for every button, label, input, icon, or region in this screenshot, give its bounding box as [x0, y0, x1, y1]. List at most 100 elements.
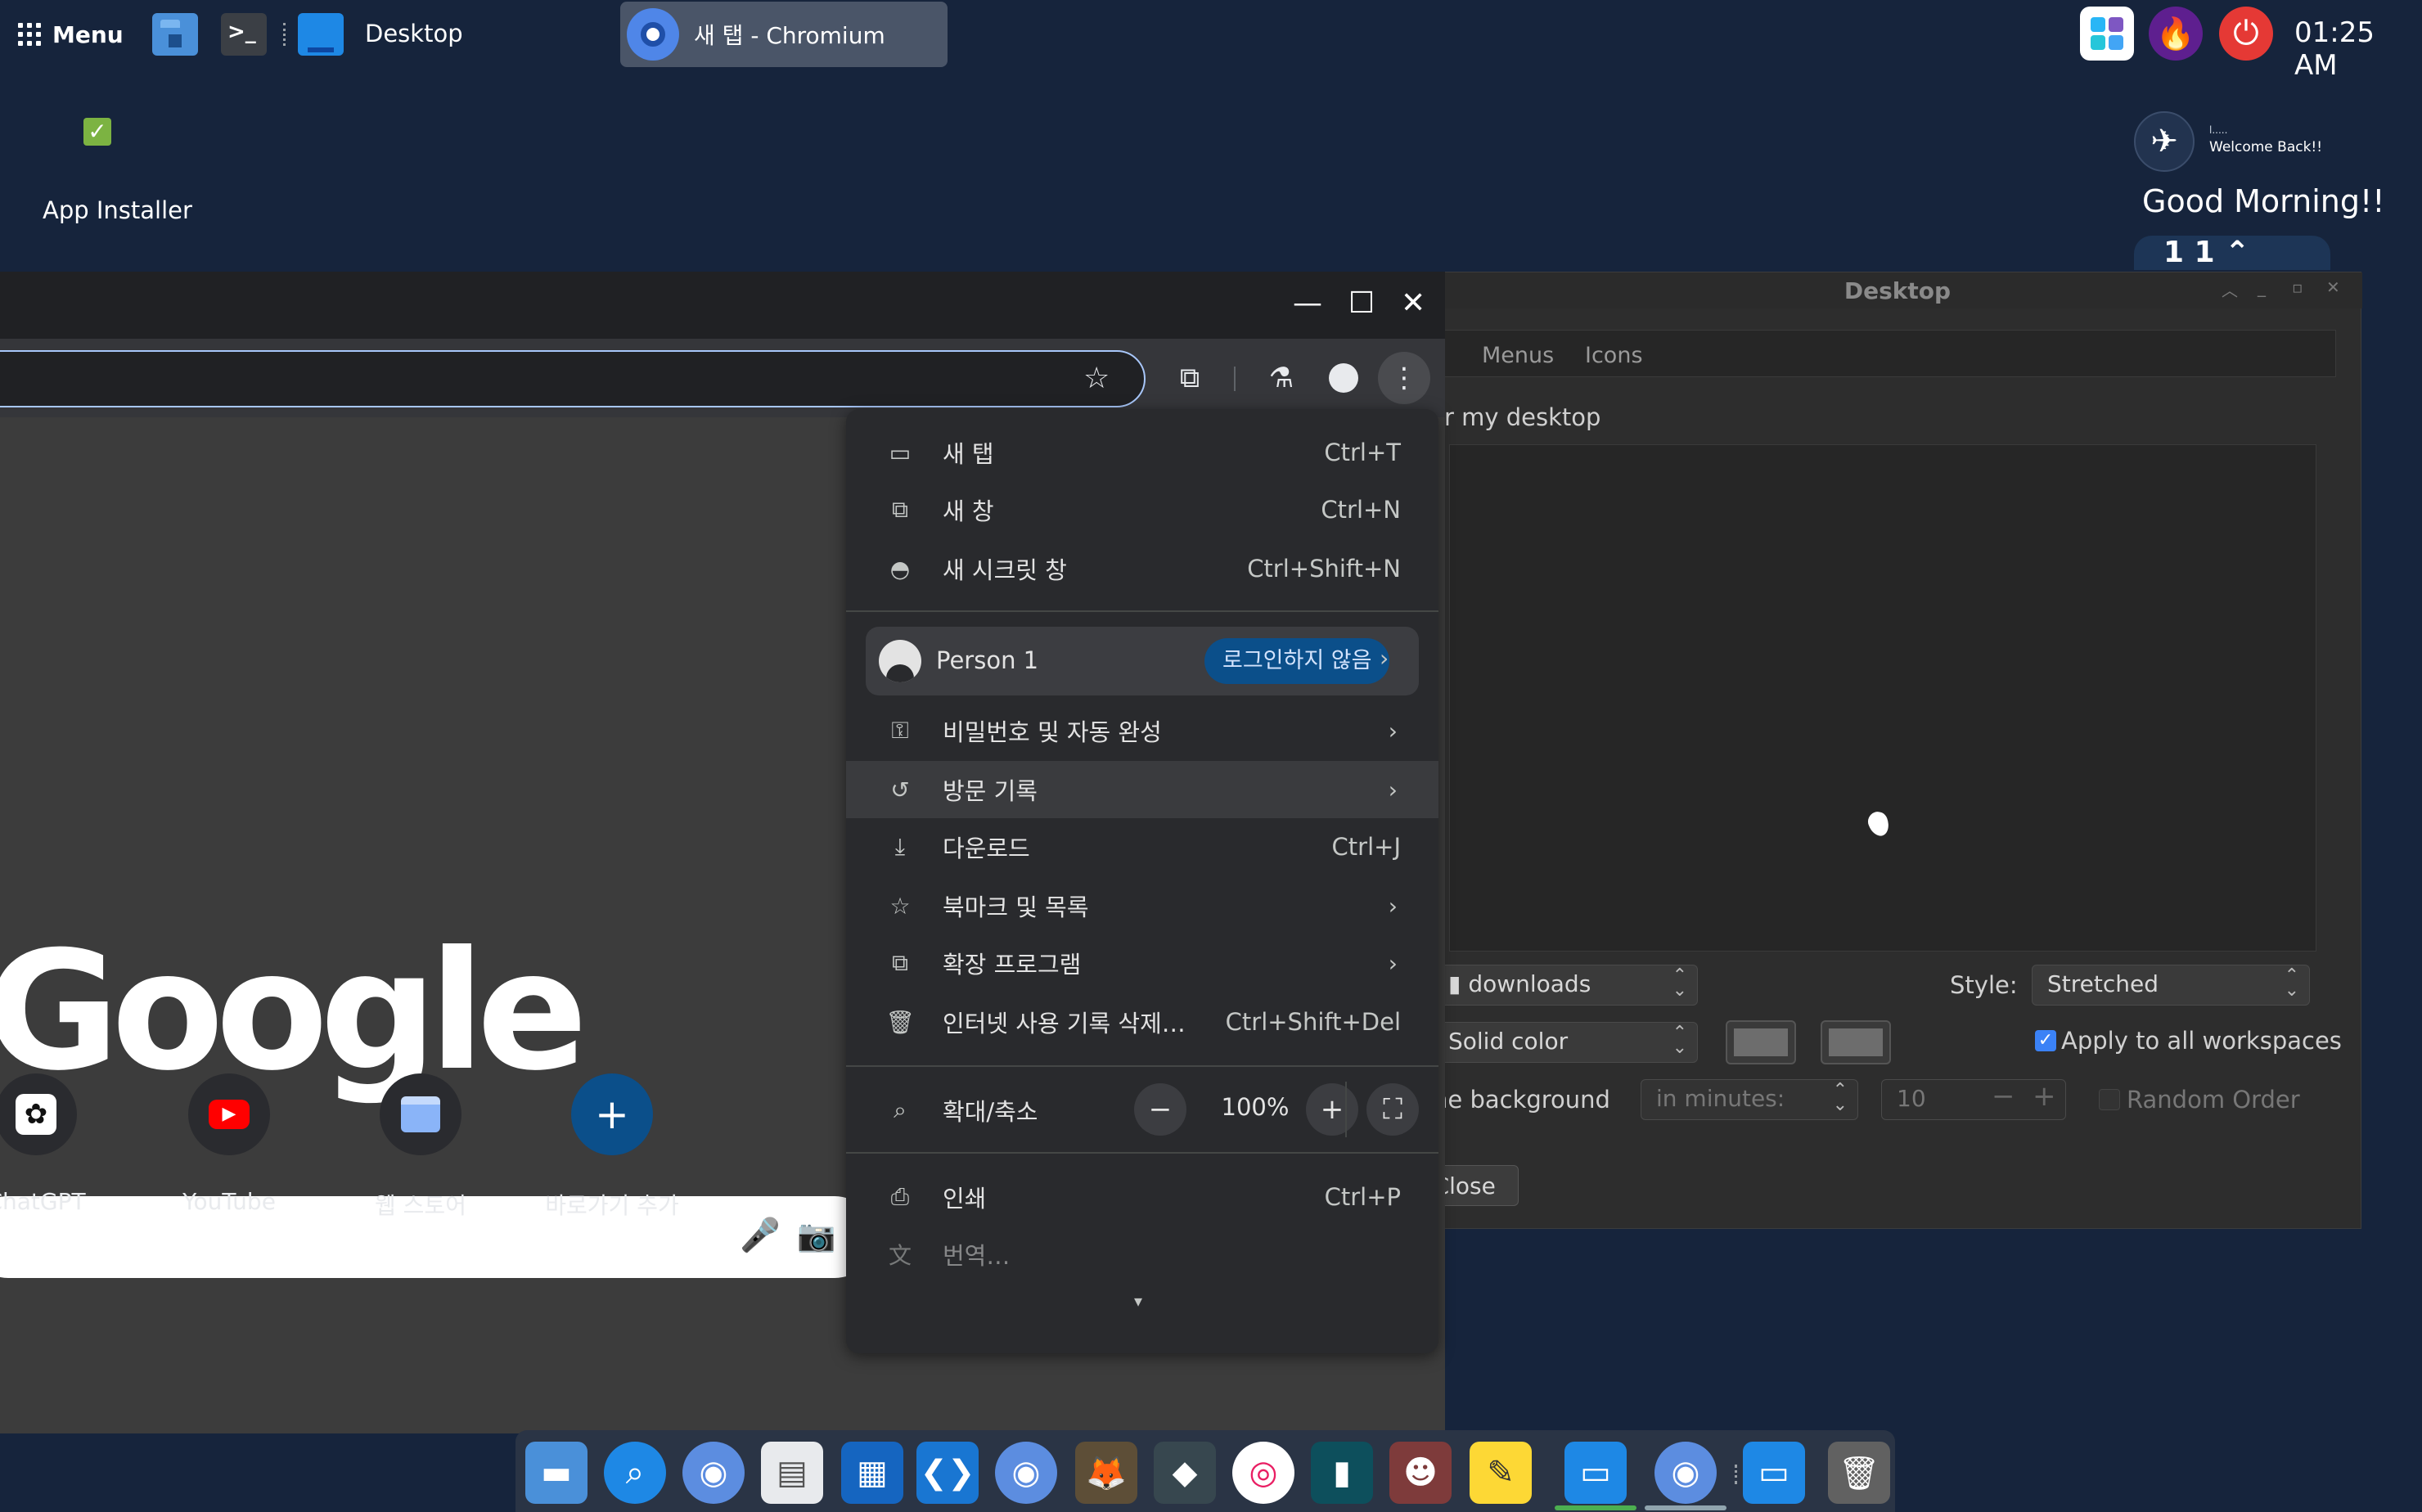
- desktop-app-icon[interactable]: ▭: [1564, 1442, 1627, 1504]
- interval-spinbox[interactable]: 10 − +: [1881, 1079, 2066, 1120]
- menu-item-downloads[interactable]: ⤓ 다운로드 Ctrl+J: [846, 818, 1438, 875]
- gimp-icon[interactable]: 🦊: [1075, 1442, 1137, 1504]
- menu-item-shortcut: Ctrl+P: [1324, 1183, 1401, 1211]
- shade-icon[interactable]: ︿: [2222, 277, 2238, 301]
- incognito-icon: ◓: [889, 555, 911, 583]
- chromium-titlebar[interactable]: — ☐ ✕: [0, 272, 1445, 339]
- shortcut-label: YouTube: [182, 1188, 276, 1215]
- shortcut-web-store[interactable]: 웹 스토어: [339, 1073, 502, 1221]
- increment-icon[interactable]: +: [2033, 1080, 2056, 1113]
- zoom-icon: ⌕: [894, 1096, 907, 1123]
- bookmark-star-icon[interactable]: ☆: [1083, 362, 1110, 395]
- menu-item-extensions[interactable]: ⧉ 확장 프로그램 ›: [846, 934, 1438, 992]
- secondary-color-button[interactable]: [1821, 1020, 1891, 1064]
- menu-button[interactable]: Menu: [18, 15, 124, 54]
- desktop-icon[interactable]: [298, 13, 344, 56]
- maximize-icon[interactable]: ☐: [1348, 286, 1375, 320]
- printer-icon: ⎙: [890, 1183, 910, 1210]
- window-titlebar[interactable]: Desktop ︿ _ ▫ ✕: [1433, 272, 2362, 308]
- zoom-out-button[interactable]: −: [1134, 1083, 1186, 1136]
- history-icon: ↺: [890, 776, 910, 803]
- browser-icon[interactable]: ◉: [995, 1442, 1057, 1504]
- shortcut-label: 바로가기 추가: [545, 1192, 679, 1219]
- app-store-tray-icon[interactable]: [2080, 7, 2134, 61]
- menu-item-new-tab[interactable]: ▭ 새 탭 Ctrl+T: [846, 424, 1438, 481]
- chevron-right-icon: ›: [1388, 776, 1398, 803]
- minimize-icon[interactable]: _: [2258, 277, 2266, 297]
- power-icon[interactable]: ⏻: [2219, 7, 2273, 61]
- wallpaper-preview: [1449, 444, 2316, 952]
- minimize-icon[interactable]: —: [1293, 286, 1322, 320]
- terminal-icon[interactable]: >_: [221, 13, 267, 56]
- chevron-right-icon: ›: [1380, 645, 1389, 672]
- app-installer-label[interactable]: App Installer: [43, 196, 192, 224]
- profile-icon[interactable]: [1317, 352, 1370, 404]
- inkscape-icon[interactable]: ◆: [1154, 1442, 1216, 1504]
- menu-item-passwords[interactable]: ⚿ 비밀번호 및 자동 완성 ›: [846, 702, 1438, 759]
- chromium-icon[interactable]: ◉: [682, 1442, 745, 1504]
- shortcut-chatgpt[interactable]: ✿ ChatGPT: [0, 1073, 118, 1215]
- shortcut-add[interactable]: + 바로가기 추가: [530, 1073, 694, 1221]
- files-icon[interactable]: ▬: [525, 1442, 587, 1504]
- notes-icon[interactable]: ✎: [1470, 1442, 1532, 1504]
- menu-item-print[interactable]: ⎙ 인쇄 Ctrl+P: [846, 1168, 1438, 1226]
- trash-icon[interactable]: 🗑: [1828, 1442, 1890, 1504]
- updown-icon: ⌃ ⌄: [1832, 1080, 1848, 1115]
- maximize-icon[interactable]: ▫: [2292, 277, 2303, 297]
- menu-item-bookmarks[interactable]: ☆ 북마크 및 목록 ›: [846, 877, 1438, 934]
- labs-flask-icon[interactable]: ⚗: [1255, 352, 1308, 404]
- primary-color-button[interactable]: [1726, 1020, 1796, 1064]
- shortcut-youtube[interactable]: ▶ YouTube: [147, 1073, 311, 1215]
- writer-icon[interactable]: ▦: [841, 1442, 903, 1504]
- menu-item-translate: 文 번역…: [846, 1226, 1438, 1283]
- home-folder-icon[interactable]: [152, 13, 198, 56]
- person-icon: [879, 640, 921, 682]
- menu-item-new-window[interactable]: ⧉ 새 창 Ctrl+N: [846, 481, 1438, 538]
- tab-menus[interactable]: Menus: [1482, 343, 1554, 368]
- clock[interactable]: 01:25 AM: [2294, 16, 2422, 82]
- color-picker-icon[interactable]: ◎: [1232, 1442, 1294, 1504]
- folder-icon: ▮: [1448, 970, 1469, 997]
- text-file-icon[interactable]: ▤: [761, 1442, 823, 1504]
- fullscreen-icon[interactable]: ⛶: [1366, 1083, 1419, 1136]
- decrement-icon[interactable]: −: [1992, 1080, 2015, 1113]
- zoom-in-button[interactable]: +: [1306, 1083, 1358, 1136]
- desktop-task-label[interactable]: Desktop: [365, 20, 463, 47]
- top-panel: Menu >_ Desktop 새 탭 - Chromium 🔥 ⏻ 01:25…: [0, 0, 2422, 82]
- folder-select[interactable]: ▮ downloads ⌃ ⌄: [1433, 965, 1698, 1006]
- close-icon[interactable]: ✕: [2326, 277, 2340, 297]
- menu-item-clear-data[interactable]: 🗑 인터넷 사용 기록 삭제… Ctrl+Shift+Del: [846, 993, 1438, 1051]
- cursor-icon: [1865, 808, 1893, 839]
- greeting-text: Good Morning!!: [2142, 183, 2385, 219]
- apply-all-checkbox[interactable]: ✓: [2035, 1030, 2056, 1051]
- style-select[interactable]: Stretched ⌃ ⌄: [2032, 965, 2310, 1006]
- address-bar[interactable]: ☆: [0, 350, 1146, 407]
- close-icon[interactable]: ✕: [1401, 286, 1425, 320]
- new-window-icon: ⧉: [892, 496, 908, 523]
- apply-all-label[interactable]: Apply to all workspaces: [2061, 1027, 2342, 1055]
- extensions-icon[interactable]: ⧉: [1164, 352, 1216, 404]
- tab-icons[interactable]: Icons: [1585, 343, 1643, 368]
- profile-row[interactable]: Person 1 로그인하지 않음 ›: [866, 627, 1419, 695]
- random-order-checkbox[interactable]: [2099, 1089, 2120, 1110]
- color-mode-select[interactable]: Solid color ⌃ ⌄: [1433, 1022, 1698, 1063]
- game-icon[interactable]: ☻: [1389, 1442, 1452, 1504]
- app-installer-icon[interactable]: ✓: [83, 118, 111, 146]
- bookshelf-icon[interactable]: ▮: [1311, 1442, 1373, 1504]
- chromium-task-button[interactable]: 새 탭 - Chromium: [620, 2, 948, 67]
- camera-search-icon[interactable]: 📷: [797, 1217, 835, 1254]
- scroll-more-icon[interactable]: ▾: [1134, 1291, 1142, 1311]
- vscode-icon[interactable]: ❮❯: [916, 1442, 979, 1504]
- show-desktop-icon[interactable]: ▭: [1743, 1442, 1805, 1504]
- menu-item-label: 방문 기록: [943, 777, 1038, 805]
- random-order-label[interactable]: Random Order: [2127, 1086, 2300, 1114]
- flame-tray-icon[interactable]: 🔥: [2149, 7, 2203, 61]
- search-icon[interactable]: ⌕: [604, 1442, 666, 1504]
- microphone-icon[interactable]: 🎤: [740, 1216, 781, 1254]
- interval-unit-select[interactable]: in minutes: ⌃ ⌄: [1641, 1079, 1858, 1120]
- menu-item-incognito[interactable]: ◓ 새 시크릿 창 Ctrl+Shift+N: [846, 540, 1438, 597]
- welcome-avatar-icon: ✈: [2134, 111, 2195, 172]
- more-menu-button[interactable]: ⋮: [1378, 352, 1430, 404]
- chromium-running-icon[interactable]: ◉: [1654, 1442, 1717, 1504]
- menu-item-history[interactable]: ↺ 방문 기록 ›: [846, 761, 1438, 818]
